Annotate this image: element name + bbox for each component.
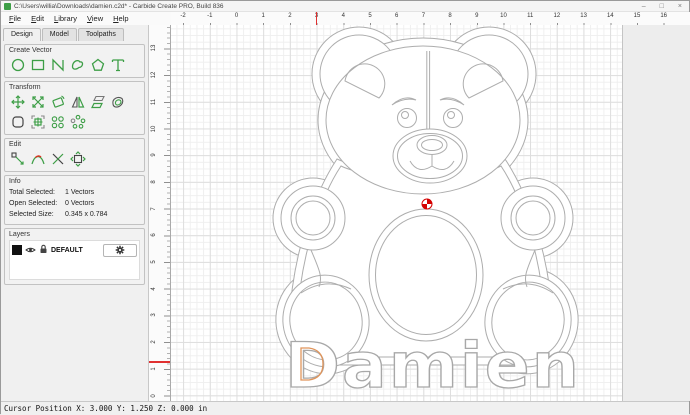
window-controls: – □ × bbox=[642, 2, 686, 11]
hruler-label-2: 2 bbox=[281, 13, 299, 19]
design-sidebar: DesignModelToolpaths Create Vector bbox=[1, 25, 149, 401]
info-open-selected: Open Selected: 0 Vectors bbox=[9, 198, 140, 209]
hruler-label-1: 1 bbox=[254, 13, 272, 19]
vertical-cursor-marker bbox=[149, 361, 171, 363]
vruler-label-11: 11 bbox=[151, 94, 159, 110]
info-total-selected: Total Selected: 1 Vectors bbox=[9, 187, 140, 198]
scale-tool-icon[interactable] bbox=[29, 93, 46, 110]
info-group: Info Total Selected: 1 Vectors Open Sele… bbox=[4, 175, 145, 225]
menu-edit[interactable]: Edit bbox=[26, 13, 49, 24]
title-bar: C:\Users\willia\Downloads\damien.c2d* - … bbox=[1, 1, 689, 12]
minimize-button[interactable]: – bbox=[642, 2, 646, 11]
circle-tool-icon[interactable] bbox=[9, 56, 26, 73]
hruler-label-14: 14 bbox=[601, 13, 619, 19]
text-tool-icon[interactable] bbox=[109, 56, 126, 73]
vruler-label-8: 8 bbox=[151, 174, 159, 190]
hruler-label-13: 13 bbox=[575, 13, 593, 19]
vruler-labels: 012345678910111213 bbox=[149, 25, 170, 401]
hruler-label-4: 4 bbox=[334, 13, 352, 19]
transform-group: Transform bbox=[4, 81, 145, 135]
damien-text-vector[interactable]: Damien bbox=[285, 329, 581, 401]
node-edit-tool-icon[interactable] bbox=[9, 150, 26, 167]
hruler-label--1: -1 bbox=[201, 13, 219, 19]
rectangle-tool-icon[interactable] bbox=[29, 56, 46, 73]
close-button[interactable]: × bbox=[678, 2, 682, 11]
vruler-label-6: 6 bbox=[151, 227, 159, 243]
linear-array-tool-icon[interactable] bbox=[49, 113, 66, 130]
polygon-tool-icon[interactable] bbox=[89, 56, 106, 73]
curve-tool-icon[interactable] bbox=[69, 56, 86, 73]
transform-title: Transform bbox=[9, 84, 140, 91]
layers-group: Layers DEFAULT bbox=[4, 228, 145, 285]
hruler-label-7: 7 bbox=[414, 13, 432, 19]
create-vector-title: Create Vector bbox=[9, 47, 140, 54]
hruler-label-16: 16 bbox=[655, 13, 673, 19]
lock-icon[interactable] bbox=[39, 241, 48, 259]
gear-icon[interactable] bbox=[103, 244, 137, 257]
vruler-label-12: 12 bbox=[151, 67, 159, 83]
status-bar: Cursor Position X: 3.000 Y: 1.250 Z: 0.0… bbox=[1, 401, 689, 415]
resize-tool-icon[interactable] bbox=[69, 150, 86, 167]
app-window: C:\Users\willia\Downloads\damien.c2d* - … bbox=[0, 0, 690, 414]
create-vector-group: Create Vector bbox=[4, 44, 145, 78]
tab-design[interactable]: Design bbox=[3, 28, 41, 41]
info-title: Info bbox=[9, 178, 140, 185]
hruler-label-5: 5 bbox=[361, 13, 379, 19]
trim-tool-icon[interactable] bbox=[49, 150, 66, 167]
rotate-tool-icon[interactable] bbox=[49, 93, 66, 110]
edit-group: Edit bbox=[4, 138, 145, 172]
tab-model[interactable]: Model bbox=[42, 28, 77, 41]
hruler-label-8: 8 bbox=[441, 13, 459, 19]
vruler-label-1: 1 bbox=[151, 361, 159, 377]
hruler-label-12: 12 bbox=[548, 13, 566, 19]
move-tool-icon[interactable] bbox=[9, 93, 26, 110]
vruler-label-13: 13 bbox=[151, 40, 159, 56]
vruler-label-0: 0 bbox=[151, 388, 159, 402]
vruler-label-10: 10 bbox=[151, 121, 159, 137]
layer-row[interactable]: DEFAULT bbox=[12, 243, 137, 257]
layers-title: Layers bbox=[9, 231, 140, 238]
menu-file[interactable]: File bbox=[4, 13, 26, 24]
teddy-bear-drawing[interactable]: Damien bbox=[171, 25, 690, 401]
offset-tool-icon[interactable] bbox=[109, 93, 126, 110]
info-selected-size: Selected Size: 0.345 x 0.784 bbox=[9, 209, 140, 220]
vertical-ruler: 012345678910111213 bbox=[149, 25, 171, 401]
vruler-label-7: 7 bbox=[151, 201, 159, 217]
tab-toolpaths[interactable]: Toolpaths bbox=[78, 28, 124, 41]
layers-list: DEFAULT bbox=[9, 240, 140, 280]
mode-tabs: DesignModelToolpaths bbox=[1, 25, 148, 41]
menu-view[interactable]: View bbox=[82, 13, 108, 24]
fillet-tool-icon[interactable] bbox=[9, 113, 26, 130]
menu-library[interactable]: Library bbox=[49, 13, 82, 24]
hruler-label-10: 10 bbox=[495, 13, 513, 19]
vruler-label-5: 5 bbox=[151, 254, 159, 270]
hruler-label-11: 11 bbox=[521, 13, 539, 19]
mirror-tool-icon[interactable] bbox=[69, 93, 86, 110]
vruler-label-2: 2 bbox=[151, 334, 159, 350]
hruler-label-0: 0 bbox=[228, 13, 246, 19]
hruler-label-9: 9 bbox=[468, 13, 486, 19]
circular-array-tool-icon[interactable] bbox=[69, 113, 86, 130]
selected-vector-marker[interactable] bbox=[422, 199, 432, 209]
cursor-position-readout: Cursor Position X: 3.000 Y: 1.250 Z: 0.0… bbox=[4, 404, 207, 413]
layer-name: DEFAULT bbox=[51, 247, 83, 254]
vruler-label-4: 4 bbox=[151, 281, 159, 297]
hruler-label-6: 6 bbox=[388, 13, 406, 19]
vruler-label-3: 3 bbox=[151, 307, 159, 323]
hruler-label-15: 15 bbox=[628, 13, 646, 19]
maximize-button[interactable]: □ bbox=[660, 2, 664, 11]
curve-edit-tool-icon[interactable] bbox=[29, 150, 46, 167]
eye-icon[interactable] bbox=[25, 241, 36, 259]
vruler-label-9: 9 bbox=[151, 147, 159, 163]
layer-color-swatch[interactable] bbox=[12, 245, 22, 255]
menu-help[interactable]: Help bbox=[108, 13, 133, 24]
skew-tool-icon[interactable] bbox=[89, 93, 106, 110]
align-tool-icon[interactable] bbox=[29, 113, 46, 130]
window-title: C:\Users\willia\Downloads\damien.c2d* - … bbox=[14, 3, 224, 10]
edit-title: Edit bbox=[9, 141, 140, 148]
design-canvas[interactable]: Damien bbox=[171, 25, 690, 401]
hruler-label--2: -2 bbox=[174, 13, 192, 19]
polyline-tool-icon[interactable] bbox=[49, 56, 66, 73]
app-icon bbox=[4, 3, 11, 10]
